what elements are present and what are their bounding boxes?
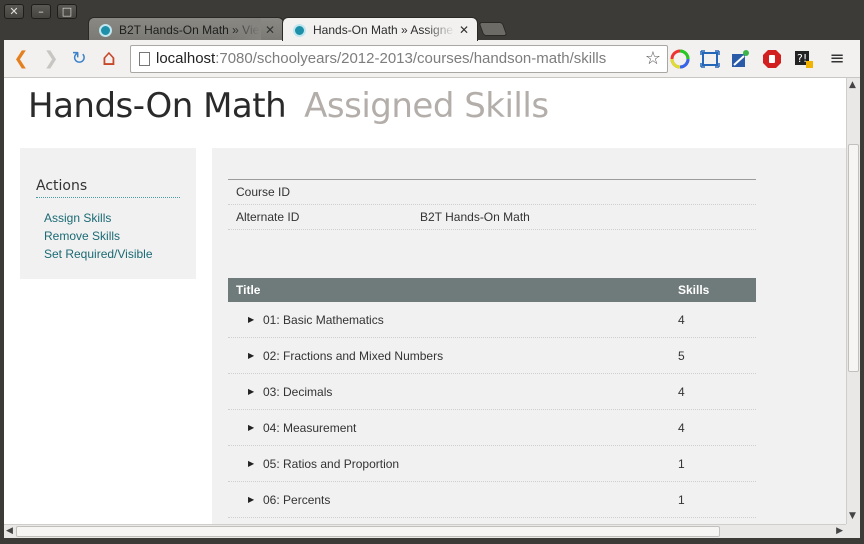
info-row-course-id: Course ID	[228, 180, 756, 205]
svg-text:?!: ?!	[797, 52, 807, 65]
info-value: B2T Hands-On Math	[420, 210, 530, 224]
page-icon	[139, 52, 150, 66]
main-panel: Course ID Alternate ID B2T Hands-On Math…	[212, 148, 846, 524]
skills-table: Title Skills ▶ 01: Basic Mathematics 4 ▶…	[228, 278, 756, 518]
help-extension-icon[interactable]: ?!	[794, 49, 814, 69]
window-minimize-button[interactable]: –	[31, 4, 51, 19]
row-title[interactable]: 05: Ratios and Proportion	[263, 446, 399, 482]
tab-close-icon[interactable]: ✕	[265, 18, 275, 41]
page-title: Hands-On Math Assigned Skills	[28, 86, 549, 126]
row-skills-count: 4	[678, 385, 685, 399]
expand-triangle-icon[interactable]: ▶	[248, 338, 254, 374]
color-wheel-extension-icon[interactable]	[670, 49, 690, 69]
actions-sidebar: Actions Assign Skills Remove Skills Set …	[20, 148, 196, 279]
horizontal-scrollbar[interactable]: ◀ ▶	[4, 524, 846, 538]
scroll-down-icon[interactable]: ▼	[849, 511, 856, 521]
remove-skills-link[interactable]: Remove Skills	[44, 227, 153, 245]
table-row[interactable]: ▶ 02: Fractions and Mixed Numbers 5	[228, 338, 756, 374]
tab-view-course[interactable]: B2T Hands-On Math » Vie ✕	[88, 17, 284, 41]
info-label: Course ID	[236, 185, 291, 199]
set-required-visible-link[interactable]: Set Required/Visible	[44, 245, 153, 263]
scrollbar-corner	[846, 524, 860, 538]
row-skills-count: 1	[678, 457, 685, 471]
course-title: Hands-On Math	[28, 86, 287, 126]
row-skills-count: 5	[678, 349, 685, 363]
site-favicon-icon	[293, 24, 306, 37]
window-maximize-button[interactable]: □	[57, 4, 77, 19]
row-title[interactable]: 01: Basic Mathematics	[263, 302, 384, 338]
url-text: localhost:7080/schoolyears/2012-2013/cou…	[156, 50, 606, 67]
site-favicon-icon	[99, 24, 112, 37]
table-header: Title Skills	[228, 278, 756, 302]
menu-icon[interactable]: ≡	[826, 48, 848, 70]
assign-skills-link[interactable]: Assign Skills	[44, 209, 153, 227]
tab-fade	[425, 18, 455, 40]
course-info: Course ID Alternate ID B2T Hands-On Math	[228, 179, 756, 230]
title-bar: ✕ – □ B2T Hands-On Math » Vie ✕ Hands-On…	[0, 0, 864, 41]
table-row[interactable]: ▶ 05: Ratios and Proportion 1	[228, 446, 756, 482]
info-label: Alternate ID	[236, 210, 300, 224]
expand-triangle-icon[interactable]: ▶	[248, 374, 254, 410]
url-path: :7080/schoolyears/2012-2013/courses/hand…	[215, 50, 607, 67]
browser-toolbar: ❮ ❯ ↻ ⌂ localhost:7080/schoolyears/2012-…	[4, 40, 860, 78]
info-row-alternate-id: Alternate ID B2T Hands-On Math	[228, 205, 756, 230]
page-viewport: Hands-On Math Assigned Skills Actions Ass…	[4, 78, 846, 524]
window-close-button[interactable]: ✕	[4, 4, 24, 19]
table-row[interactable]: ▶ 04: Measurement 4	[228, 410, 756, 446]
page-subtitle: Assigned Skills	[304, 86, 549, 126]
adblock-stop-icon[interactable]	[762, 49, 782, 69]
screen-capture-extension-icon[interactable]	[700, 49, 720, 69]
actions-links: Assign Skills Remove Skills Set Required…	[44, 209, 153, 263]
tab-close-icon[interactable]: ✕	[459, 18, 469, 41]
row-title[interactable]: 06: Percents	[263, 482, 330, 518]
expand-triangle-icon[interactable]: ▶	[248, 482, 254, 518]
bookmark-star-icon[interactable]: ☆	[645, 48, 661, 69]
tab-assigned-skills[interactable]: Hands-On Math » Assigne ✕	[282, 17, 478, 41]
expand-triangle-icon[interactable]: ▶	[248, 302, 254, 338]
vertical-scrollbar[interactable]: ▲ ▼	[846, 78, 860, 524]
url-host: localhost	[156, 50, 216, 67]
expand-triangle-icon[interactable]: ▶	[248, 446, 254, 482]
row-title[interactable]: 03: Decimals	[263, 374, 332, 410]
table-row[interactable]: ▶ 01: Basic Mathematics 4	[228, 302, 756, 338]
expand-triangle-icon[interactable]: ▶	[248, 410, 254, 446]
row-skills-count: 1	[678, 493, 685, 507]
column-header-title[interactable]: Title	[236, 278, 260, 302]
row-skills-count: 4	[678, 421, 685, 435]
scroll-left-icon[interactable]: ◀	[6, 526, 13, 536]
scroll-right-icon[interactable]: ▶	[836, 526, 843, 536]
row-title[interactable]: 04: Measurement	[263, 410, 356, 446]
tab-fade	[231, 18, 261, 40]
tools-extension-icon[interactable]	[730, 49, 750, 69]
reload-button[interactable]: ↻	[68, 48, 90, 70]
address-bar[interactable]: localhost:7080/schoolyears/2012-2013/cou…	[130, 45, 668, 73]
scroll-up-icon[interactable]: ▲	[849, 80, 856, 90]
horizontal-scroll-thumb[interactable]	[16, 526, 720, 537]
forward-button[interactable]: ❯	[40, 48, 62, 70]
new-tab-button[interactable]	[478, 22, 508, 36]
back-button[interactable]: ❮	[10, 48, 32, 70]
table-row[interactable]: ▶ 03: Decimals 4	[228, 374, 756, 410]
column-header-skills[interactable]: Skills	[678, 278, 709, 302]
row-title[interactable]: 02: Fractions and Mixed Numbers	[263, 338, 443, 374]
row-skills-count: 4	[678, 313, 685, 327]
table-row[interactable]: ▶ 06: Percents 1	[228, 482, 756, 518]
actions-heading: Actions	[36, 178, 180, 198]
home-button[interactable]: ⌂	[98, 48, 120, 70]
vertical-scroll-thumb[interactable]	[848, 144, 859, 372]
browser-window: ✕ – □ B2T Hands-On Math » Vie ✕ Hands-On…	[0, 0, 864, 544]
